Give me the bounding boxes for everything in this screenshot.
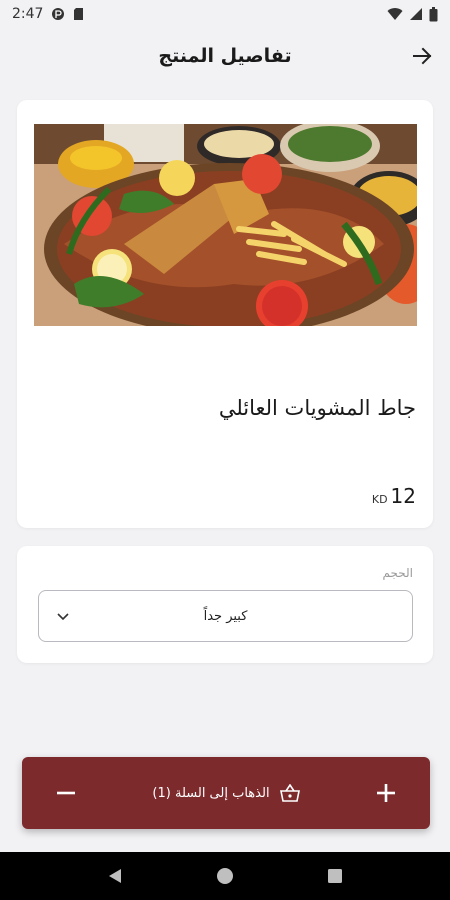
status-time: 2:47 <box>12 6 44 22</box>
back-nav-icon[interactable] <box>107 868 123 884</box>
size-dropdown[interactable]: كبير جداً <box>38 590 413 642</box>
product-name: جاط المشويات العائلي <box>218 396 416 420</box>
go-to-cart-button[interactable]: الذهاب إلى السلة (1) <box>152 784 300 802</box>
app-notification-icon <box>52 8 65 20</box>
increase-quantity-button[interactable] <box>370 777 402 809</box>
signal-icon <box>410 8 422 20</box>
price-value: 12 <box>390 484 416 508</box>
recents-nav-icon[interactable] <box>327 868 343 884</box>
basket-icon <box>279 784 300 802</box>
system-nav-bar <box>0 852 450 900</box>
home-nav-icon[interactable] <box>216 867 234 885</box>
page-title: تفاصيل المنتج <box>158 45 292 67</box>
wifi-icon <box>387 8 403 20</box>
price-currency: KD <box>371 493 388 506</box>
cart-bar: الذهاب إلى السلة (1) <box>22 757 430 829</box>
plus-icon <box>377 784 395 802</box>
decrease-quantity-button[interactable] <box>50 777 82 809</box>
product-image <box>34 124 417 326</box>
product-price: KD 12 <box>372 484 416 508</box>
chevron-down-icon <box>55 609 71 625</box>
sd-card-icon <box>74 8 84 20</box>
battery-icon <box>429 6 438 21</box>
back-arrow-icon[interactable] <box>408 42 436 70</box>
status-bar: 2:47 <box>0 0 450 28</box>
size-value: كبير جداً <box>203 608 248 624</box>
go-to-cart-label: الذهاب إلى السلة (1) <box>152 785 270 801</box>
app-bar: تفاصيل المنتج <box>0 28 450 84</box>
product-card: جاط المشويات العائلي KD 12 <box>17 100 433 528</box>
options-card: الحجم كبير جداً <box>17 546 433 663</box>
size-label: الحجم <box>382 566 413 580</box>
minus-icon <box>57 791 75 795</box>
